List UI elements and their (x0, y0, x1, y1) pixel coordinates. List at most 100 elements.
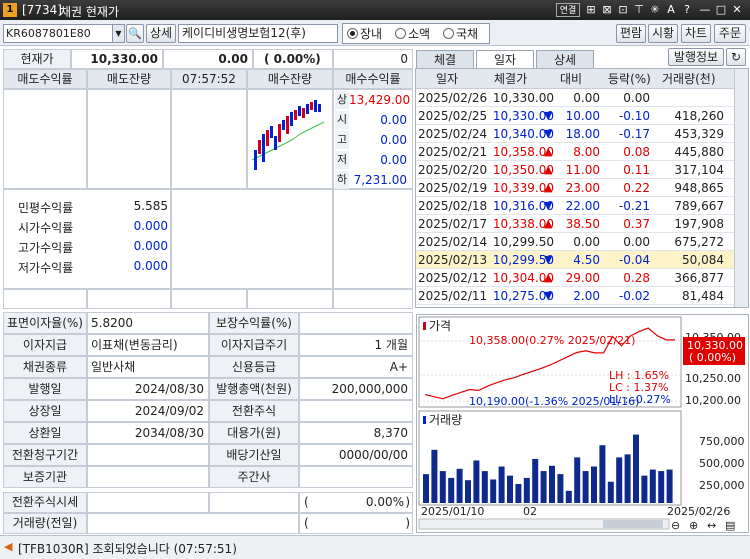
layout-icon[interactable]: ⊞ (584, 3, 598, 17)
link-button[interactable]: 연결 (556, 3, 580, 17)
radio-small[interactable]: 소액 (395, 27, 430, 41)
mini-candle (266, 130, 269, 146)
expand-icon[interactable]: ↔ (707, 519, 716, 532)
status-bar: ◀ [TFB1030R] 조회되었습니다 (07:57:51) (0, 535, 750, 559)
table-row[interactable]: 2025/02/12 10,304.00 ▲ 29.00 0.28 366,877 (416, 269, 734, 287)
row-arrow-icon: ▼ (544, 199, 553, 212)
row-price: 10,330.00 (492, 91, 554, 105)
price-marker-icon (423, 322, 426, 330)
zoom-out-icon[interactable]: ⊖ (671, 519, 680, 532)
current-price-label: 현재가 (3, 49, 71, 69)
info-value: 0000/00/00 (299, 444, 413, 466)
close-icon[interactable]: ✕ (730, 3, 744, 17)
radio-govt[interactable]: 국채 (443, 27, 478, 41)
help-icon[interactable]: ? (680, 3, 694, 17)
tab-trades[interactable]: 체결 (416, 50, 474, 68)
side-label: 하 (335, 171, 349, 189)
conv-price-a (87, 492, 209, 513)
row-date: 2025/02/13 (418, 253, 488, 267)
volume-bar (633, 434, 639, 503)
screen-code: [7734] (22, 3, 62, 17)
copy-icon[interactable]: ⊡ (616, 3, 630, 17)
paren-open: ( (304, 495, 309, 509)
mini-candle-chart (251, 100, 325, 170)
market-news-button[interactable]: 시황 (648, 24, 678, 43)
title-bar: 1 [7734] 채권 현재가 연결 ⊞ ⊠ ⊡ ⊤ ✳ A ? — □ ✕ (0, 0, 750, 20)
bond-name-field[interactable]: 케이디비생명보험12(후) (178, 24, 338, 43)
bond-code-combo[interactable]: KR6087801E80 ▼ (3, 24, 125, 43)
info-label: 채권종류 (3, 356, 87, 378)
conv-price-b (209, 492, 299, 513)
row-volume: 81,484 (682, 289, 724, 303)
tab-detail[interactable]: 상세 (536, 50, 594, 68)
mini-candle (298, 106, 301, 116)
row-date: 2025/02/25 (418, 109, 488, 123)
chevron-down-icon[interactable]: ▼ (112, 25, 124, 42)
chart-canvas: 가격거래량10,358.00(0.27% 2025/02/21)10,190.0… (418, 316, 745, 532)
table-row[interactable]: 2025/02/17 10,338.00 ▲ 38.50 0.37 197,908 (416, 215, 734, 233)
table-row[interactable]: 2025/02/18 10,316.00 ▼ 22.00 -0.21 789,667 (416, 197, 734, 215)
table-row[interactable]: 2025/02/24 10,340.00 ▼ 18.00 -0.17 453,329 (416, 125, 734, 143)
search-icon[interactable]: 🔍 (126, 24, 144, 43)
info-label: 발행총액(천원) (209, 378, 299, 400)
table-row[interactable]: 2025/02/25 10,330.00 ▼ 10.00 -0.10 418,260 (416, 107, 734, 125)
paren-open: ( (304, 516, 309, 530)
conv-price-rate: ( 0.00% ) (299, 492, 413, 513)
blank-cell (3, 289, 87, 309)
maximize-icon[interactable]: □ (714, 3, 728, 17)
col-diff: 대비 (560, 72, 583, 86)
x-label-start: 2025/01/10 (421, 505, 484, 518)
info-value: A+ (299, 356, 413, 378)
chart-scroll-thumb[interactable] (603, 520, 663, 528)
volume-bar (549, 465, 555, 503)
info-label: 전환청구기간 (3, 444, 87, 466)
handbook-button[interactable]: 편람 (616, 24, 646, 43)
prev-volume-label: 거래량(전일) (3, 513, 87, 534)
price-chart: 가격 거래량 10,358.00(0.27% 2025/02/21) 10,190.0… (416, 314, 749, 533)
volume-bar (423, 474, 429, 503)
order-button[interactable]: 주문 (714, 24, 746, 43)
daily-scrollbar[interactable] (734, 69, 748, 307)
settings-icon[interactable]: ✳ (648, 3, 662, 17)
mini-candle (318, 104, 321, 112)
paren-close: ) (405, 495, 410, 509)
volume-bar (431, 449, 438, 503)
row-rate: -0.21 (618, 199, 650, 213)
table-row[interactable]: 2025/02/26 10,330.00 0.00 0.00 (416, 89, 734, 107)
info-label: 신용등급 (209, 356, 299, 378)
issue-info-button[interactable]: 발행정보 (668, 48, 724, 66)
table-row[interactable]: 2025/02/14 10,299.50 0.00 0.00 675,272 (416, 233, 734, 251)
conv-rate-value: 0.00% (365, 495, 404, 509)
volume-bar (498, 466, 505, 503)
table-row[interactable]: 2025/02/19 10,339.00 ▲ 23.00 0.22 948,865 (416, 179, 734, 197)
mini-candle (290, 112, 293, 126)
mini-candle (314, 100, 317, 112)
refresh-icon[interactable]: ↻ (726, 48, 746, 66)
tab-daily[interactable]: 일자 (476, 50, 534, 68)
pin-icon[interactable]: ⊤ (632, 3, 646, 17)
row-volume: 675,272 (674, 235, 724, 249)
close-group-icon[interactable]: ⊠ (600, 3, 614, 17)
grid-icon[interactable]: ▤ (725, 519, 735, 532)
mini-candle (294, 110, 297, 120)
radio-exchange[interactable]: 장내 (347, 27, 382, 41)
minimize-icon[interactable]: — (698, 3, 712, 17)
font-size-icon[interactable]: A (664, 3, 678, 17)
info-label: 이자지급 (3, 334, 87, 356)
row-arrow-icon: ▲ (544, 163, 553, 176)
info-value (87, 444, 209, 466)
chart-button[interactable]: 차트 (681, 24, 711, 43)
side-value: 0.00 (380, 153, 407, 167)
table-row[interactable]: 2025/02/21 10,358.00 ▲ 8.00 0.08 445,880 (416, 143, 734, 161)
volume-bar (658, 471, 665, 503)
table-row[interactable]: 2025/02/11 10,275.00 ▼ 2.00 -0.02 81,484 (416, 287, 734, 305)
table-row[interactable]: 2025/02/13 10,299.50 ▼ 4.50 -0.04 50,084 (416, 251, 734, 269)
zoom-in-icon[interactable]: ⊕ (689, 519, 698, 532)
detail-button[interactable]: 상세 (146, 24, 176, 43)
table-row[interactable]: 2025/02/20 10,350.00 ▲ 11.00 0.11 317,104 (416, 161, 734, 179)
info-label: 배당기산일 (209, 444, 299, 466)
volume-bar (540, 471, 547, 503)
ask-qty-area (87, 89, 171, 189)
blank-cell (87, 289, 171, 309)
mini-candle (262, 134, 265, 162)
